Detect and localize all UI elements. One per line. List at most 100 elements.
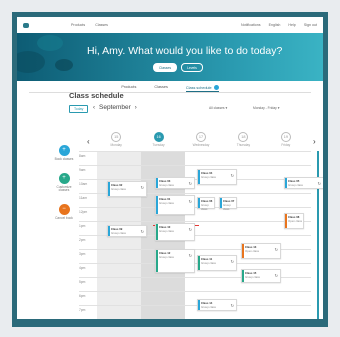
time-label: 7pm [79, 308, 86, 312]
day-number: 15 [111, 132, 122, 142]
quick-action-0[interactable]: + Book classes [53, 145, 75, 162]
day-header-thursday[interactable]: 18 Thursday [222, 131, 264, 149]
class-event[interactable]: Class 13 Open class ↻ [241, 243, 281, 259]
class-event[interactable]: Class 07 Group class [219, 197, 237, 211]
refresh-icon[interactable]: ↻ [231, 303, 234, 308]
class-event[interactable]: Class 10 Group class ↻ [155, 223, 195, 241]
class-event[interactable]: Class 15 Group class ↻ [241, 269, 281, 283]
refresh-icon[interactable]: ↻ [189, 227, 192, 232]
nav-help[interactable]: Help [288, 23, 295, 27]
event-color-bar [198, 300, 200, 310]
day-header-tuesday[interactable]: 16 Tuesday [137, 131, 179, 149]
hero-classes-button[interactable]: Classes [153, 63, 178, 72]
prev-week-icon[interactable]: ‹ [87, 137, 90, 146]
class-event[interactable]: Class 02 Group class ↻ [107, 181, 147, 197]
day-number: 19 [280, 132, 291, 142]
tab-class-schedule-label: Class schedule [185, 85, 212, 90]
time-label: 6pm [79, 294, 86, 298]
today-button[interactable]: Today [69, 105, 89, 113]
class-event[interactable]: Class 08 Open class [284, 213, 304, 229]
refresh-icon[interactable]: ↻ [189, 181, 192, 186]
quick-action-1[interactable]: + Customize classes [53, 172, 75, 193]
tab-class-schedule[interactable]: Class schedule [185, 85, 219, 92]
day-header-friday[interactable]: 19 Friday [265, 131, 307, 149]
class-filter-value: All classes [209, 106, 225, 110]
time-label: 1pm [79, 224, 86, 228]
refresh-icon[interactable]: ↻ [231, 173, 234, 178]
event-color-bar [242, 270, 244, 282]
event-color-bar [285, 178, 287, 188]
week-days-header: 15 Monday 16 Tuesday 17 Wednesday 18 Thursday 19… [95, 131, 307, 149]
event-color-bar [156, 178, 158, 188]
page-title: Class schedule [69, 91, 124, 100]
hero-greeting: Hi, Amy. What would you like to do today… [87, 45, 283, 57]
time-label: 9am [79, 168, 86, 172]
days-filter-select[interactable]: Monday - Friday ▾ [253, 106, 279, 110]
event-color-bar [156, 196, 158, 214]
event-color-bar [156, 250, 158, 272]
time-row: 6pm [79, 291, 311, 305]
schedule-toolbar: Today ‹ September › All classes ▾ Monday… [69, 104, 305, 114]
prev-month-icon[interactable]: ‹ [93, 105, 95, 111]
event-color-bar [198, 256, 200, 270]
day-name: Thursday [236, 143, 251, 147]
top-navigation: Products Classes Notifications English H… [17, 17, 323, 33]
time-label: 8am [79, 154, 86, 158]
day-number: 18 [238, 132, 249, 142]
class-event[interactable]: Class 14 Group class ↻ [197, 299, 237, 311]
class-event[interactable]: Class 11 Group class ↻ [197, 255, 237, 271]
brand-logo[interactable] [23, 22, 29, 28]
class-event[interactable]: Class 04 Group class ↻ [197, 169, 237, 185]
event-type: Open class [288, 219, 302, 223]
class-event[interactable]: Class 12 Group class ↻ [155, 249, 195, 273]
event-color-bar [198, 198, 200, 208]
days-filter-value: Monday - Friday [253, 106, 277, 110]
next-week-icon[interactable]: › [313, 137, 316, 146]
day-name: Wednesday [192, 143, 210, 147]
time-label: 12pm [79, 210, 88, 214]
class-filter-select[interactable]: All classes ▾ [209, 106, 227, 110]
next-month-icon[interactable]: › [135, 105, 137, 111]
refresh-icon[interactable]: ↻ [275, 273, 278, 278]
leaf-decoration [17, 51, 45, 73]
refresh-icon[interactable]: ↻ [318, 181, 321, 186]
day-header-monday[interactable]: 15 Monday [95, 131, 137, 149]
schedule-grid: 8am 9am 10am 11am 12pm 1pm 2pm 3pm 4pm 5pm 6pm 7pm C… [79, 151, 323, 319]
day-name: Friday [281, 143, 291, 147]
logo-icon [23, 22, 29, 28]
day-number: 16 [153, 132, 164, 142]
class-event[interactable]: Class 03 Group class ↻ [155, 177, 195, 189]
day-header-wednesday[interactable]: 17 Wednesday [180, 131, 222, 149]
tab-classes[interactable]: Classes [154, 85, 168, 92]
time-label: 3pm [79, 252, 86, 256]
nav-products[interactable]: Products [71, 23, 85, 27]
app-screen: Products Classes Notifications English H… [17, 17, 323, 319]
class-event[interactable]: Class 01 Group class ↻ [155, 195, 195, 215]
time-label: 4pm [79, 266, 86, 270]
class-event[interactable]: Class 05 Group class ↻ [284, 177, 323, 189]
refresh-icon[interactable]: ↻ [275, 247, 278, 252]
month-navigator: ‹ September › [93, 104, 137, 111]
time-label: 11am [79, 196, 88, 200]
refresh-icon[interactable]: ↻ [141, 229, 144, 234]
nav-notifications[interactable]: Notifications [241, 23, 261, 27]
hero-levels-button[interactable]: Levels [181, 63, 203, 72]
tab-products[interactable]: Products [121, 85, 136, 92]
event-color-bar [220, 198, 222, 208]
nav-classes[interactable]: Classes [95, 23, 108, 27]
refresh-icon[interactable]: ↻ [141, 185, 144, 190]
event-color-bar [198, 170, 200, 184]
quick-action-label: Cancel book [55, 215, 73, 220]
refresh-icon[interactable]: ↻ [189, 253, 192, 258]
refresh-icon[interactable]: ↻ [189, 199, 192, 204]
notification-dot-icon [213, 85, 219, 90]
nav-language[interactable]: English [269, 23, 281, 27]
time-row: 8am [79, 151, 311, 165]
class-event[interactable]: Class 06 Group class [197, 197, 215, 211]
nav-signout[interactable]: Sign out [304, 23, 317, 27]
quick-action-2[interactable]: − Cancel book [53, 203, 75, 221]
day-name: Monday [110, 143, 122, 147]
tablet-frame: Products Classes Notifications English H… [12, 12, 328, 327]
refresh-icon[interactable]: ↻ [231, 259, 234, 264]
class-event[interactable]: Class 09 Group class ↻ [107, 225, 147, 237]
